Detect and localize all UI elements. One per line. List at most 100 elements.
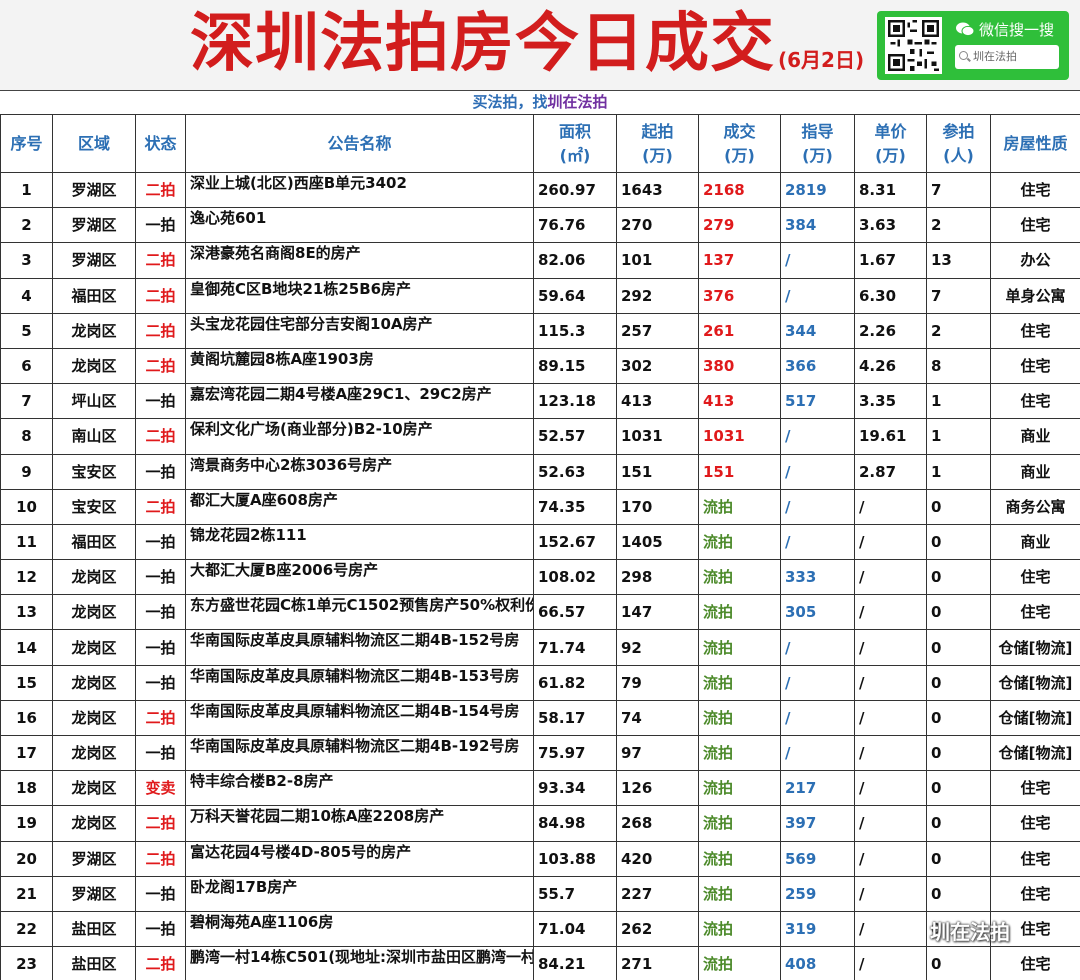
cell-name: 东方盛世花园C栋1单元C1502预售房产50%权利份额 <box>185 594 534 631</box>
cell-area: 52.57 <box>533 418 617 455</box>
cell-type: 商务公寓 <box>990 488 1080 525</box>
cell-district: 龙岗区 <box>52 699 136 737</box>
cell-no: 8 <box>0 418 53 455</box>
col-header-name: 公告名称 <box>185 114 534 173</box>
cell-district: 龙岗区 <box>52 594 136 631</box>
cell-deal: 380 <box>698 347 781 385</box>
cell-status: 一拍 <box>135 523 186 561</box>
cell-start: 1405 <box>616 523 699 561</box>
cell-name: 湾景商务中心2栋3036号房产 <box>185 453 534 490</box>
cell-start: 413 <box>616 383 699 420</box>
wechat-search-input[interactable]: 圳在法拍 <box>955 45 1059 69</box>
wechat-icon <box>955 21 975 41</box>
cell-start: 92 <box>616 629 699 666</box>
cell-start: 270 <box>616 207 699 244</box>
cell-status: 一拍 <box>135 734 186 772</box>
cell-start: 170 <box>616 488 699 525</box>
cell-guide: / <box>780 418 855 455</box>
cell-no: 5 <box>0 312 53 349</box>
cell-type: 商业 <box>990 418 1080 455</box>
cell-guide: / <box>780 242 855 279</box>
cell-deal: 2168 <box>698 171 781 209</box>
cell-status: 变卖 <box>135 770 186 807</box>
cell-no: 1 <box>0 171 53 209</box>
cell-area: 55.7 <box>533 875 617 912</box>
cell-area: 84.21 <box>533 946 617 980</box>
cell-unit-price: / <box>854 734 927 772</box>
cell-start: 227 <box>616 875 699 912</box>
cell-district: 龙岗区 <box>52 805 136 842</box>
table-row: 13 龙岗区 一拍 东方盛世花园C栋1单元C1502预售房产50%权利份额 66.57 1… <box>0 594 1080 631</box>
cell-bidders: 13 <box>926 242 991 279</box>
cell-start: 97 <box>616 734 699 772</box>
cell-area: 61.82 <box>533 664 617 701</box>
table-row: 10 宝安区 二拍 都汇大厦A座608房产 74.35 170 流拍 //0 商务公寓 <box>0 488 1080 525</box>
cell-type: 仓储[物流] <box>990 629 1080 666</box>
cell-unit-price: 3.63 <box>854 207 927 244</box>
cell-area: 59.64 <box>533 277 617 314</box>
cell-guide: / <box>780 488 855 525</box>
cell-area: 66.57 <box>533 594 617 631</box>
cell-guide: 259 <box>780 875 855 912</box>
cell-deal: 流拍 <box>698 805 781 842</box>
cell-bidders: 8 <box>926 347 991 385</box>
cell-deal: 流拍 <box>698 946 781 980</box>
cell-no: 23 <box>0 946 53 980</box>
cell-district: 龙岗区 <box>52 347 136 385</box>
cell-no: 6 <box>0 347 53 385</box>
cell-unit-price: / <box>854 805 927 842</box>
cell-unit-price: 2.87 <box>854 453 927 490</box>
cell-status: 二拍 <box>135 347 186 385</box>
cell-no: 2 <box>0 207 53 244</box>
cell-start: 420 <box>616 840 699 877</box>
cell-no: 7 <box>0 383 53 420</box>
cell-start: 257 <box>616 312 699 349</box>
table-row: 14 龙岗区 一拍 华南国际皮革皮具原辅料物流区二期4B-152号房 71.74 92 流拍… <box>0 629 1080 666</box>
cell-deal: 1031 <box>698 418 781 455</box>
cell-unit-price: / <box>854 629 927 666</box>
cell-deal: 流拍 <box>698 594 781 631</box>
cell-bidders: 0 <box>926 805 991 842</box>
cell-deal: 137 <box>698 242 781 279</box>
cell-deal: 151 <box>698 453 781 490</box>
cell-district: 宝安区 <box>52 453 136 490</box>
cell-no: 4 <box>0 277 53 314</box>
cell-no: 18 <box>0 770 53 807</box>
cell-bidders: 7 <box>926 277 991 314</box>
cell-start: 126 <box>616 770 699 807</box>
cell-guide: / <box>780 523 855 561</box>
cell-name: 头宝龙花园住宅部分吉安阁10A房产 <box>185 312 534 349</box>
cell-district: 南山区 <box>52 418 136 455</box>
cell-start: 1031 <box>616 418 699 455</box>
cell-unit-price: 6.30 <box>854 277 927 314</box>
cell-guide: 397 <box>780 805 855 842</box>
cell-district: 盐田区 <box>52 910 136 948</box>
cell-status: 一拍 <box>135 875 186 912</box>
cell-type: 住宅 <box>990 383 1080 420</box>
cell-bidders: 0 <box>926 523 991 561</box>
cell-bidders: 0 <box>926 629 991 666</box>
cell-name: 深港豪苑名商阁8E的房产 <box>185 242 534 279</box>
cell-deal: 流拍 <box>698 840 781 877</box>
cell-bidders: 2 <box>926 207 991 244</box>
cell-bidders: 0 <box>926 559 991 596</box>
cell-no: 21 <box>0 875 53 912</box>
cell-deal: 413 <box>698 383 781 420</box>
table-row: 18 龙岗区 变卖 特丰综合楼B2-8房产 93.34 126 流拍 217/0 住宅 <box>0 770 1080 807</box>
cell-no: 3 <box>0 242 53 279</box>
cell-unit-price: / <box>854 488 927 525</box>
search-icon <box>959 51 968 60</box>
cell-status: 二拍 <box>135 171 186 209</box>
cell-bidders: 0 <box>926 840 991 877</box>
wechat-search-banner[interactable]: 微信搜一搜 圳在法拍 <box>877 11 1069 80</box>
page-title: 深圳法拍房今日成交 <box>190 7 775 81</box>
cell-deal: 流拍 <box>698 699 781 737</box>
cell-start: 268 <box>616 805 699 842</box>
cell-name: 华南国际皮革皮具原辅料物流区二期4B-192号房 <box>185 734 534 772</box>
table-row: 21 罗湖区 一拍 卧龙阁17B房产 55.7 227 流拍 259/0 住宅 <box>0 875 1080 912</box>
cell-district: 龙岗区 <box>52 559 136 596</box>
cell-start: 74 <box>616 699 699 737</box>
col-header-area: 面积 (㎡) <box>533 114 617 173</box>
cell-name: 嘉宏湾花园二期4号楼A座29C1、29C2房产 <box>185 383 534 420</box>
cell-type: 住宅 <box>990 840 1080 877</box>
